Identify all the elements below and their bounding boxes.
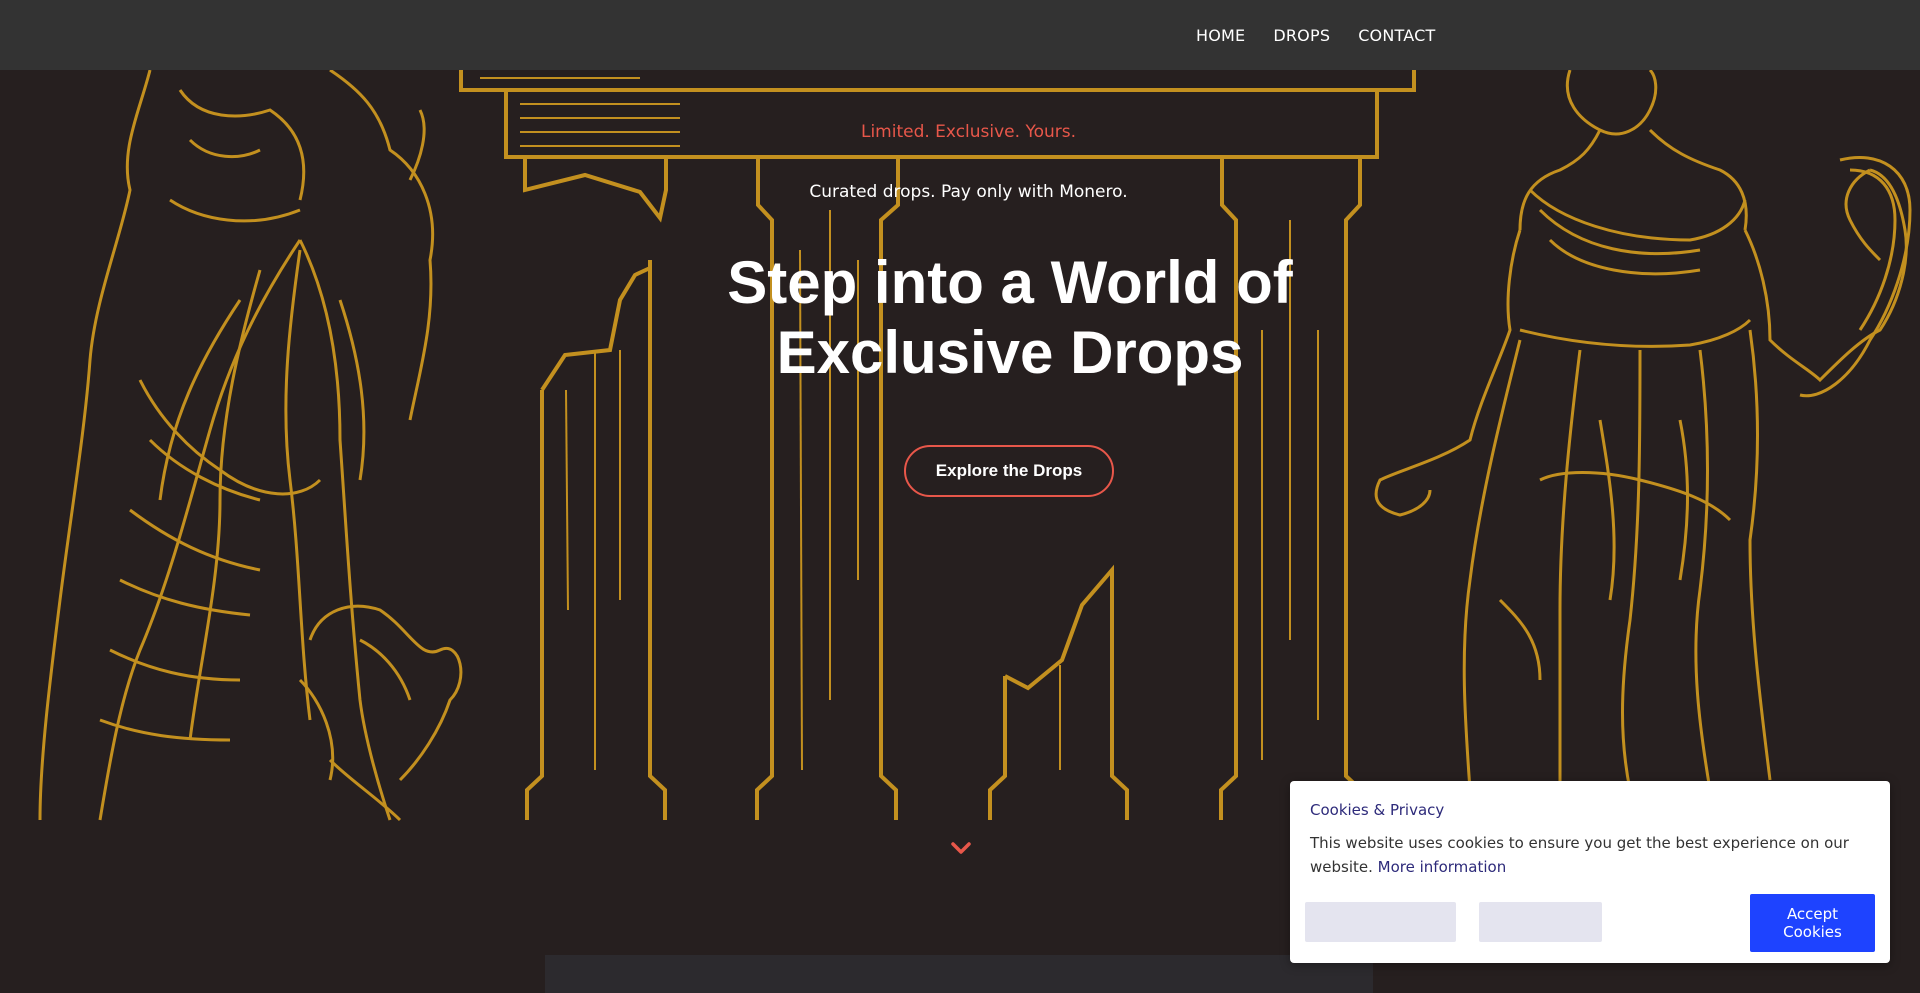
cookie-option-button-1[interactable] — [1305, 902, 1456, 942]
cookie-title: Cookies & Privacy — [1310, 801, 1445, 819]
explore-drops-button[interactable]: Explore the Drops — [904, 445, 1114, 497]
temple-column-left — [525, 260, 667, 820]
accept-cookies-button[interactable]: Accept Cookies — [1750, 894, 1875, 952]
cookie-message: This website uses cookies to ensure you … — [1310, 831, 1870, 879]
nav-drops-link[interactable]: DROPS — [1273, 26, 1330, 45]
main-nav: HOME DROPS CONTACT — [1196, 0, 1435, 70]
temple-cornice — [459, 70, 1416, 159]
top-navbar: HOME DROPS CONTACT — [0, 0, 1920, 70]
hero-subline: Curated drops. Pay only with Monero. — [809, 182, 1128, 202]
right-statue — [1374, 70, 1912, 791]
hero-tagline: Limited. Exclusive. Yours. — [860, 122, 1076, 142]
cookie-option-button-2[interactable] — [1479, 902, 1602, 942]
chevron-down-icon[interactable] — [950, 840, 972, 856]
more-information-link[interactable]: More information — [1378, 858, 1507, 876]
content-panel — [545, 955, 1373, 993]
temple-column-broken — [988, 564, 1129, 820]
nav-contact-link[interactable]: CONTACT — [1358, 26, 1435, 45]
cookie-banner: Cookies & Privacy This website uses cook… — [1290, 781, 1890, 963]
page: HOME DROPS CONTACT Limited. Exclusive. Y… — [0, 0, 1920, 993]
hero-headline: Step into a World of Exclusive Drops — [727, 249, 1293, 386]
nav-home-link[interactable]: HOME — [1196, 26, 1245, 45]
